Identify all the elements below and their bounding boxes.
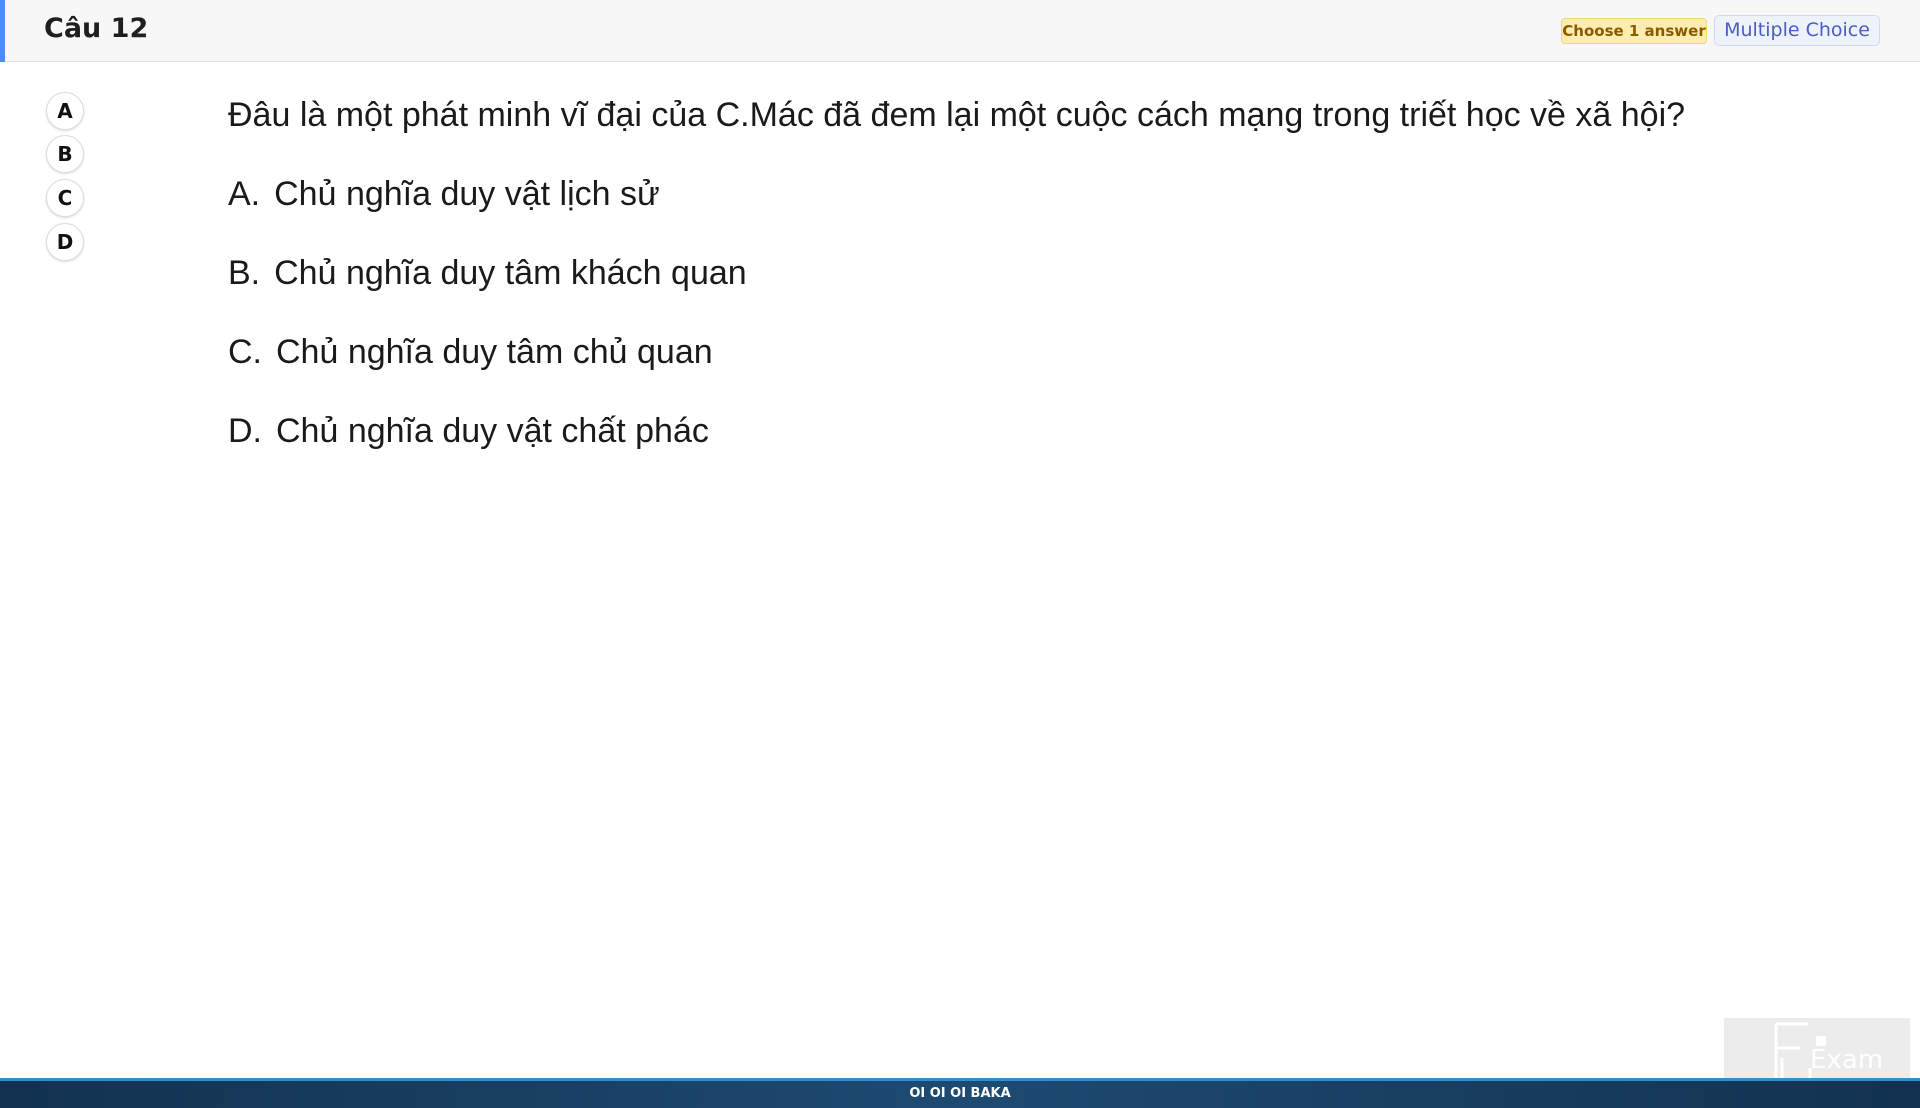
- exam-page: Câu 12 Choose 1 answer Multiple Choice A…: [0, 0, 1920, 1108]
- option-letter: C.: [228, 333, 262, 371]
- question-text: Đâu là một phát minh vĩ đại của C.Mác đã…: [228, 96, 1686, 134]
- option-text: Chủ nghĩa duy vật lịch sử: [274, 175, 660, 213]
- option-b: B. Chủ nghĩa duy tâm khách quan: [228, 254, 747, 293]
- option-letter: A.: [228, 175, 261, 213]
- answer-button-b[interactable]: B: [46, 135, 84, 173]
- option-c: C. Chủ nghĩa duy tâm chủ quan: [228, 333, 713, 372]
- option-letter: B.: [228, 254, 261, 292]
- option-text: Chủ nghĩa duy tâm chủ quan: [276, 333, 713, 371]
- choose-count-badge: Choose 1 answer: [1561, 18, 1707, 44]
- answer-button-a[interactable]: A: [46, 92, 84, 130]
- question-header: Câu 12 Choose 1 answer Multiple Choice: [0, 0, 1920, 62]
- logo-text: Exam: [1810, 1045, 1883, 1075]
- footer-text: OI OI OI BAKA: [909, 1086, 1011, 1101]
- question-type-badge: Multiple Choice: [1714, 15, 1880, 46]
- answer-button-c[interactable]: C: [46, 179, 84, 217]
- header-accent-bar: [0, 0, 5, 62]
- question-number: Câu 12: [44, 13, 149, 44]
- option-d: D. Chủ nghĩa duy vật chất phác: [228, 412, 709, 451]
- option-text: Chủ nghĩa duy vật chất phác: [276, 412, 709, 450]
- option-a: A. Chủ nghĩa duy vật lịch sử: [228, 175, 660, 214]
- footer-bar: OI OI OI BAKA: [0, 1078, 1920, 1108]
- option-letter: D.: [228, 412, 262, 450]
- option-text: Chủ nghĩa duy tâm khách quan: [274, 254, 747, 292]
- answer-button-d[interactable]: D: [46, 223, 84, 261]
